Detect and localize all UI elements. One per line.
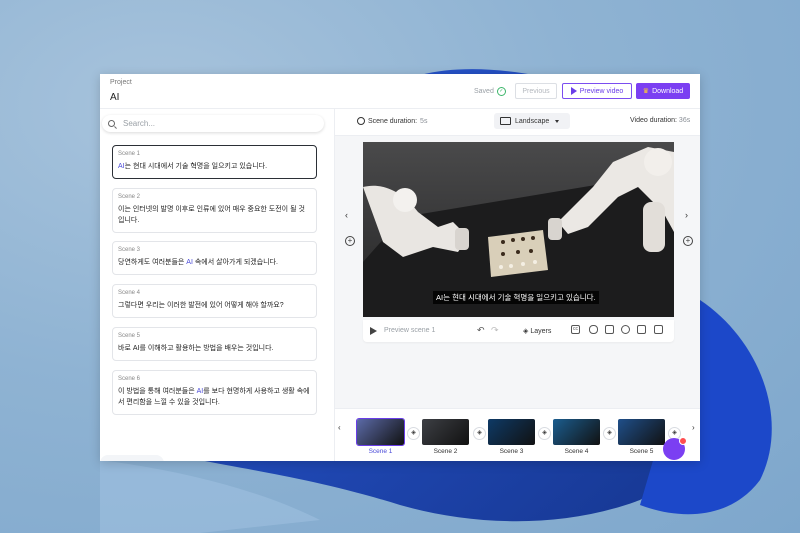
preview-scene-label[interactable]: Preview scene 1 bbox=[384, 327, 435, 334]
editor-toolbar: Scene duration: 5s Landscape Video durat… bbox=[335, 109, 700, 136]
timeline-thumb-label: Scene 2 bbox=[433, 448, 458, 455]
notification-badge bbox=[679, 437, 687, 445]
subtitle-caption: AI는 현대 시대에서 기술 혁명을 일으키고 있습니다. bbox=[433, 291, 599, 304]
download-label: Download bbox=[652, 87, 684, 95]
play-icon[interactable] bbox=[370, 327, 377, 335]
add-scene-before-icon[interactable]: + bbox=[345, 236, 355, 246]
header-bar: Project AI Saved ✓ Previous Preview vide… bbox=[100, 74, 700, 109]
editor-canvas: ‹ › + + AI는 현대 시대에서 기술 혁명을 일으키고 있습니다. Pr… bbox=[335, 136, 700, 408]
settings-icon[interactable] bbox=[621, 325, 630, 334]
playback-controls: Preview scene 1 ↶ ↷ ◈ Layers cc bbox=[363, 320, 674, 342]
landscape-icon bbox=[500, 117, 511, 125]
scene-card-6[interactable]: Scene 6 이 방법을 통해 여러분들은 AI를 보다 현명하게 사용하고 … bbox=[112, 370, 317, 415]
chevron-down-icon bbox=[555, 119, 560, 123]
layers-icon[interactable]: ◈ bbox=[473, 427, 486, 440]
undo-icon[interactable]: ↶ bbox=[477, 325, 485, 336]
scene-text: 그렇다면 우리는 이러한 발전에 있어 어떻게 해야 할까요? bbox=[118, 302, 284, 309]
duplicate-icon[interactable] bbox=[637, 325, 646, 334]
scene-list-panel: Scene 1 AI는 현대 시대에서 기술 혁명을 일으키고 있습니다. Sc… bbox=[100, 109, 335, 461]
scene-card-5[interactable]: Scene 5 바로 AI를 이해하고 활용하는 방법을 배우는 것입니다. bbox=[112, 327, 317, 361]
video-duration-label: Video duration: bbox=[630, 117, 677, 124]
timeline-thumb-label: Scene 4 bbox=[564, 448, 589, 455]
add-scene-after-icon[interactable]: + bbox=[683, 236, 693, 246]
saved-label: Saved bbox=[474, 88, 494, 95]
timeline-thumb[interactable] bbox=[488, 419, 535, 445]
timeline-thumb-label: Scene 5 bbox=[629, 448, 654, 455]
faded-pill bbox=[100, 455, 164, 461]
preview-video-label: Preview video bbox=[579, 87, 624, 95]
scene-label: Scene 4 bbox=[118, 290, 141, 296]
saved-status: Saved ✓ bbox=[474, 87, 506, 96]
scene-card-1[interactable]: Scene 1 AI는 현대 시대에서 기술 혁명을 일으키고 있습니다. bbox=[112, 145, 317, 179]
scene-card-3[interactable]: Scene 3 당연하게도 여러분들은 AI 속에서 살아가게 되겠습니다. bbox=[112, 241, 317, 275]
timeline-thumb[interactable] bbox=[356, 418, 405, 446]
redo-icon[interactable]: ↷ bbox=[491, 325, 499, 336]
scene-label: Scene 2 bbox=[118, 194, 141, 200]
layers-button[interactable]: ◈ Layers bbox=[523, 327, 551, 335]
check-circle-icon: ✓ bbox=[496, 87, 506, 96]
preview-video-button[interactable]: Preview video bbox=[562, 83, 632, 99]
trash-icon[interactable] bbox=[654, 325, 663, 334]
search-input[interactable] bbox=[121, 118, 305, 129]
play-icon bbox=[570, 87, 577, 95]
search-box[interactable] bbox=[102, 115, 324, 132]
prev-scene-arrow-icon[interactable]: ‹ bbox=[345, 210, 348, 220]
previous-button[interactable]: Previous bbox=[515, 83, 557, 99]
subtitle-icon[interactable]: cc bbox=[571, 325, 580, 334]
microphone-icon[interactable] bbox=[589, 325, 598, 334]
next-scene-arrow-icon[interactable]: › bbox=[685, 210, 688, 220]
video-duration-value: 36s bbox=[678, 117, 691, 124]
timeline-next-icon[interactable]: › bbox=[692, 423, 695, 432]
media-icon[interactable] bbox=[605, 325, 614, 334]
download-button[interactable]: ♛ Download bbox=[636, 83, 690, 99]
clock-icon bbox=[357, 117, 365, 125]
scene-label: Scene 5 bbox=[118, 333, 141, 339]
video-preview[interactable]: AI는 현대 시대에서 기술 혁명을 일으키고 있습니다. bbox=[363, 142, 674, 317]
timeline-thumb[interactable] bbox=[553, 419, 600, 445]
crown-icon: ♛ bbox=[642, 88, 650, 95]
project-name[interactable]: AI bbox=[110, 92, 119, 103]
project-label: Project bbox=[110, 79, 132, 86]
scene-text: AI는 현대 시대에서 기술 혁명을 일으키고 있습니다. bbox=[118, 163, 268, 170]
scene-text: 당연하게도 여러분들은 AI 속에서 살아가게 되겠습니다. bbox=[118, 259, 278, 266]
aspect-label: Landscape bbox=[515, 117, 550, 125]
scene-timeline: ‹ Scene 1 ◈ Scene 2 ◈ Scene 3 ◈ Scene 4 … bbox=[335, 408, 700, 461]
scene-text: 이 방법을 통해 여러분들은 AI를 보다 현명하게 사용하고 생활 속에서 편… bbox=[118, 388, 310, 406]
aspect-ratio-dropdown[interactable]: Landscape bbox=[494, 113, 570, 129]
search-icon bbox=[108, 120, 115, 127]
scene-label: Scene 6 bbox=[118, 376, 141, 382]
layers-icon[interactable]: ◈ bbox=[538, 427, 551, 440]
scene-label: Scene 1 bbox=[118, 151, 141, 157]
layers-icon[interactable]: ◈ bbox=[407, 427, 420, 440]
timeline-thumb-label: Scene 3 bbox=[499, 448, 524, 455]
app-window: Project AI Saved ✓ Previous Preview vide… bbox=[100, 74, 700, 461]
scene-duration[interactable]: Scene duration: 5s bbox=[357, 117, 427, 125]
layers-icon[interactable]: ◈ bbox=[603, 427, 616, 440]
scene-text: 바로 AI를 이해하고 활용하는 방법을 배우는 것입니다. bbox=[118, 345, 274, 352]
scene-text: 이는 인터넷의 발명 이후로 인류에 있어 매우 중요한 도전이 될 것입니다. bbox=[118, 206, 305, 224]
timeline-thumb[interactable] bbox=[422, 419, 469, 445]
video-duration: Video duration: 36s bbox=[630, 117, 690, 124]
scene-card-4[interactable]: Scene 4 그렇다면 우리는 이러한 발전에 있어 어떻게 해야 할까요? bbox=[112, 284, 317, 318]
timeline-thumb-label: Scene 1 bbox=[368, 448, 393, 455]
scene-duration-value: 5s bbox=[420, 117, 428, 125]
scene-label: Scene 3 bbox=[118, 247, 141, 253]
timeline-thumb[interactable] bbox=[618, 419, 665, 445]
timeline-prev-icon[interactable]: ‹ bbox=[338, 423, 341, 432]
scene-duration-label: Scene duration: bbox=[368, 117, 418, 125]
scene-card-2[interactable]: Scene 2 이는 인터넷의 발명 이후로 인류에 있어 매우 중요한 도전이… bbox=[112, 188, 317, 233]
